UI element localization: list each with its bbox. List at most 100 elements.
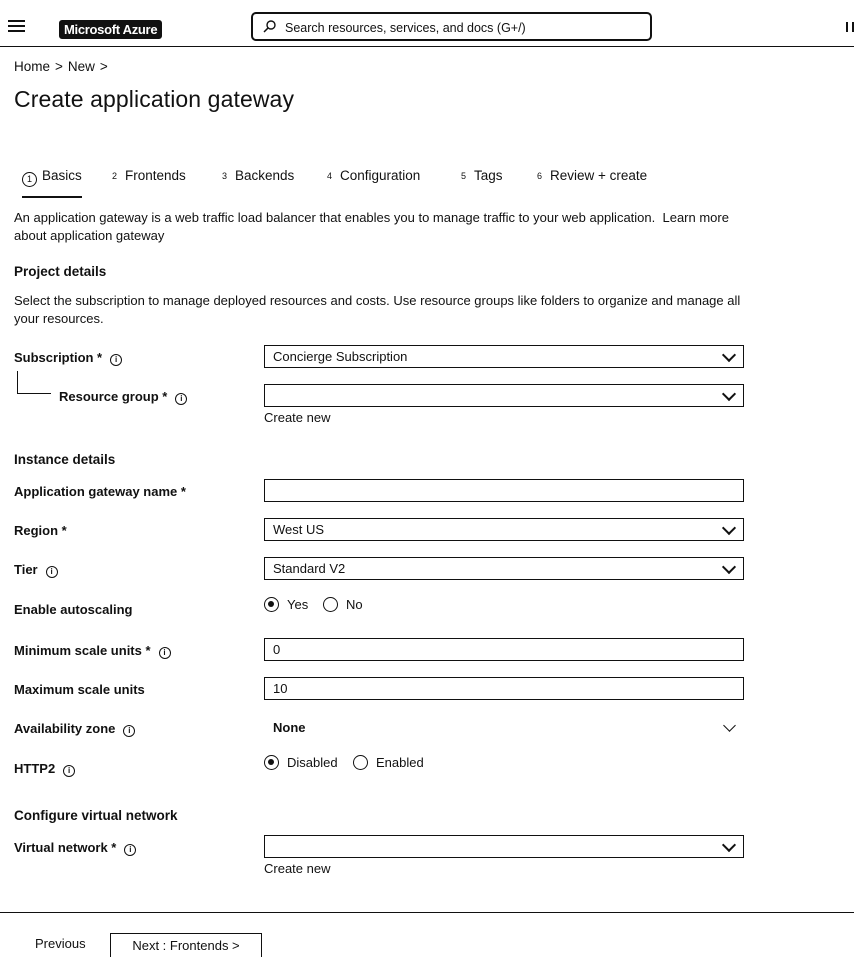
step-number: 4 bbox=[327, 171, 333, 181]
virtual-network-dropdown[interactable] bbox=[264, 835, 744, 858]
min-scale-label: Minimum scale units * i bbox=[14, 643, 171, 659]
tab-frontends[interactable]: 2 Frontends bbox=[112, 168, 186, 196]
resource-group-label-text: Resource group * bbox=[59, 389, 168, 404]
autoscaling-yes-radio[interactable]: Yes bbox=[264, 597, 308, 612]
hamburger-menu-icon[interactable] bbox=[8, 20, 25, 33]
instance-details-heading: Instance details bbox=[14, 452, 116, 467]
tab-label: Review + create bbox=[550, 168, 648, 183]
availability-zone-label-text: Availability zone bbox=[14, 721, 116, 736]
subscription-value: Concierge Subscription bbox=[273, 349, 408, 364]
tab-tags[interactable]: 5 Tags bbox=[461, 168, 503, 196]
tab-label: Frontends bbox=[125, 168, 186, 183]
max-scale-field[interactable] bbox=[264, 677, 744, 700]
region-dropdown[interactable]: West US bbox=[264, 518, 744, 541]
virtual-network-label-text: Virtual network * bbox=[14, 840, 117, 855]
tab-label: Configuration bbox=[340, 168, 421, 183]
min-scale-field[interactable] bbox=[264, 638, 744, 661]
http2-label: HTTP2 i bbox=[14, 761, 76, 777]
region-label: Region * bbox=[14, 523, 67, 538]
tab-label: Basics bbox=[42, 168, 82, 183]
info-icon[interactable]: i bbox=[175, 393, 188, 405]
region-value: West US bbox=[273, 522, 325, 537]
tab-label: Backends bbox=[235, 168, 295, 183]
resource-group-dropdown[interactable] bbox=[264, 384, 744, 407]
page-title: Create application gateway bbox=[14, 86, 295, 112]
tab-backends[interactable]: 3 Backends bbox=[222, 168, 294, 196]
http2-disabled-radio[interactable]: Disabled bbox=[264, 755, 338, 770]
wizard-footer: Previous Next : Frontends > bbox=[0, 912, 854, 957]
project-details-description: Select the subscription to manage deploy… bbox=[14, 293, 741, 326]
tab-label: Tags bbox=[474, 168, 503, 183]
gateway-name-field[interactable] bbox=[264, 479, 744, 502]
breadcrumb-separator: > bbox=[55, 59, 63, 74]
chevron-down-icon bbox=[721, 837, 737, 853]
subscription-label: Subscription * i bbox=[14, 350, 123, 366]
resource-group-label: Resource group * i bbox=[59, 389, 188, 405]
top-bar: Microsoft Azure bbox=[0, 0, 854, 47]
step-number: 5 bbox=[461, 171, 467, 181]
radio-label: Disabled bbox=[287, 755, 338, 770]
radio-label: No bbox=[346, 597, 363, 612]
autoscaling-no-radio[interactable]: No bbox=[323, 597, 363, 612]
min-scale-input[interactable] bbox=[265, 639, 743, 660]
radio-label: Yes bbox=[287, 597, 309, 612]
tier-label: Tier i bbox=[14, 562, 58, 578]
create-new-vnet-link[interactable]: Create new bbox=[264, 861, 330, 876]
step-number: 6 bbox=[537, 171, 543, 181]
step-number: 2 bbox=[112, 171, 118, 181]
info-icon[interactable]: i bbox=[110, 354, 123, 366]
intro-description: An application gateway is a web traffic … bbox=[14, 210, 656, 225]
next-frontends-button[interactable]: Next : Frontends > bbox=[110, 933, 262, 957]
tab-basics[interactable]: 1 Basics bbox=[22, 168, 82, 198]
search-icon bbox=[263, 20, 276, 33]
intro-text: An application gateway is a web traffic … bbox=[14, 209, 744, 245]
virtual-network-label: Virtual network * i bbox=[14, 840, 137, 856]
min-scale-label-text: Minimum scale units * bbox=[14, 643, 151, 658]
tier-dropdown[interactable]: Standard V2 bbox=[264, 557, 744, 580]
chevron-down-icon bbox=[723, 719, 736, 732]
gateway-name-input[interactable] bbox=[265, 480, 743, 501]
gateway-name-label: Application gateway name * bbox=[14, 484, 186, 499]
chevron-down-icon bbox=[721, 559, 737, 575]
max-scale-label: Maximum scale units bbox=[14, 682, 145, 697]
http2-enabled-radio[interactable]: Enabled bbox=[353, 755, 424, 770]
create-new-resource-group-link[interactable]: Create new bbox=[264, 410, 330, 425]
brand-logo[interactable]: Microsoft Azure bbox=[59, 20, 163, 39]
breadcrumb-separator: > bbox=[99, 59, 108, 74]
previous-button[interactable]: Previous bbox=[35, 936, 86, 951]
virtual-network-heading: Configure virtual network bbox=[14, 808, 178, 823]
tab-review-create[interactable]: 6 Review + create bbox=[537, 168, 647, 196]
info-icon[interactable]: i bbox=[123, 725, 136, 737]
tier-value: Standard V2 bbox=[273, 561, 346, 576]
chevron-down-icon bbox=[721, 520, 737, 536]
max-scale-input[interactable] bbox=[265, 678, 743, 699]
search-input[interactable] bbox=[283, 17, 647, 38]
subscription-label-text: Subscription * bbox=[14, 350, 103, 365]
radio-unselected-icon bbox=[353, 755, 368, 770]
tab-configuration[interactable]: 4 Configuration bbox=[327, 168, 420, 196]
info-icon[interactable]: i bbox=[158, 647, 171, 659]
breadcrumb: Home > New > bbox=[14, 59, 113, 74]
info-icon[interactable]: i bbox=[45, 566, 58, 578]
chevron-down-icon bbox=[721, 347, 737, 363]
radio-selected-icon bbox=[264, 597, 279, 612]
step-number: 1 bbox=[22, 172, 37, 187]
breadcrumb-home[interactable]: Home bbox=[14, 59, 50, 74]
breadcrumb-new[interactable]: New bbox=[68, 59, 95, 74]
chevron-down-icon bbox=[721, 386, 737, 402]
subscription-dropdown[interactable]: Concierge Subscription bbox=[264, 345, 744, 368]
radio-selected-icon bbox=[264, 755, 279, 770]
radio-unselected-icon bbox=[323, 597, 338, 612]
project-details-heading: Project details bbox=[14, 264, 107, 279]
availability-zone-label: Availability zone i bbox=[14, 721, 136, 737]
http2-label-text: HTTP2 bbox=[14, 761, 56, 776]
availability-zone-dropdown[interactable]: None bbox=[264, 716, 744, 739]
radio-label: Enabled bbox=[376, 755, 424, 770]
step-number: 3 bbox=[222, 171, 228, 181]
global-search[interactable] bbox=[251, 12, 652, 41]
more-icon[interactable] bbox=[846, 22, 854, 32]
info-icon[interactable]: i bbox=[124, 844, 137, 856]
tier-label-text: Tier bbox=[14, 562, 38, 577]
tree-connector bbox=[17, 371, 51, 394]
info-icon[interactable]: i bbox=[63, 765, 76, 777]
